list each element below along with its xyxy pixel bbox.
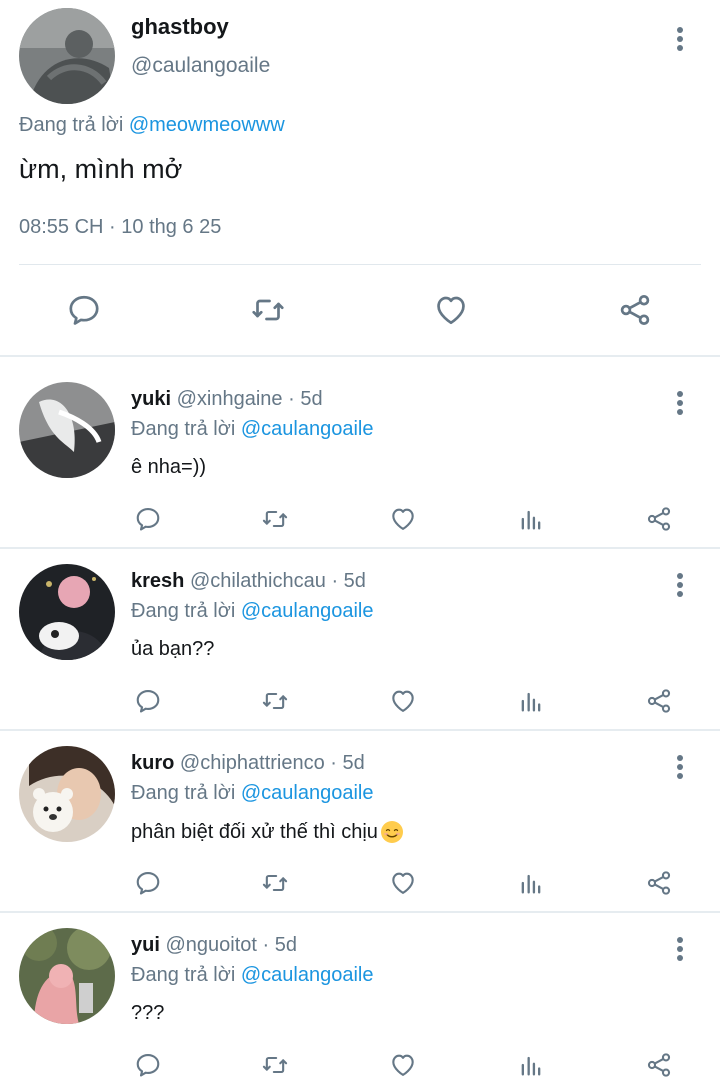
tweet-text-content: phân biệt đối xử thế thì chịu bbox=[131, 820, 378, 843]
username[interactable]: @nguoitot bbox=[165, 934, 256, 956]
replying-to-label: Đang trả lời bbox=[131, 964, 236, 986]
more-options-icon[interactable] bbox=[668, 570, 692, 600]
share-icon[interactable] bbox=[643, 503, 675, 535]
display-name[interactable]: yuki bbox=[131, 388, 171, 410]
reply-header: yui @nguoitot · 5d bbox=[131, 934, 297, 957]
replying-to: Đang trả lời @caulangoaile bbox=[131, 418, 373, 441]
replying-to-link[interactable]: @caulangoaile bbox=[241, 418, 374, 440]
tweet-text: ủa bạn?? bbox=[131, 638, 214, 661]
retweet-icon[interactable] bbox=[259, 685, 291, 717]
retweet-icon[interactable] bbox=[259, 1049, 291, 1081]
reply-icon[interactable] bbox=[132, 503, 164, 535]
reply-tweet[interactable]: yuki @xinhgaine · 5d Đang trả lời @caula… bbox=[0, 366, 720, 548]
replying-to: Đang trả lời @caulangoaile bbox=[131, 964, 373, 987]
username[interactable]: @xinhgaine bbox=[177, 388, 283, 410]
replying-to: Đang trả lời @meowmeowww bbox=[19, 114, 285, 137]
display-name[interactable]: kresh bbox=[131, 570, 184, 592]
username[interactable]: @caulangoaile bbox=[131, 54, 270, 78]
display-name[interactable]: kuro bbox=[131, 752, 174, 774]
separator-dot: · bbox=[331, 570, 339, 592]
replying-to-link[interactable]: @caulangoaile bbox=[241, 964, 374, 986]
tweet-text: ê nha=)) bbox=[131, 456, 206, 479]
display-name[interactable]: ghastboy bbox=[131, 14, 229, 40]
tweet-text-content: ủa bạn?? bbox=[131, 638, 215, 660]
avatar[interactable] bbox=[19, 746, 115, 842]
retweet-icon[interactable] bbox=[248, 290, 288, 330]
like-icon[interactable] bbox=[387, 685, 419, 717]
relative-time[interactable]: 5d bbox=[344, 570, 366, 592]
replying-to-label: Đang trả lời bbox=[131, 600, 236, 622]
reply-icon[interactable] bbox=[132, 685, 164, 717]
reply-icon[interactable] bbox=[64, 290, 104, 330]
retweet-icon[interactable] bbox=[259, 867, 291, 899]
username[interactable]: @chiphattrienco bbox=[180, 752, 325, 774]
analytics-icon[interactable] bbox=[515, 503, 547, 535]
more-options-icon[interactable] bbox=[668, 752, 692, 782]
relative-time[interactable]: 5d bbox=[343, 752, 365, 774]
replying-to-label: Đang trả lời bbox=[131, 782, 236, 804]
share-icon[interactable] bbox=[643, 1049, 675, 1081]
separator-dot: · bbox=[262, 934, 270, 956]
replying-to-label: Đang trả lời bbox=[19, 114, 124, 136]
replying-to: Đang trả lời @caulangoaile bbox=[131, 600, 373, 623]
replying-to-link[interactable]: @caulangoaile bbox=[241, 600, 374, 622]
divider bbox=[0, 355, 720, 357]
reply-header: yuki @xinhgaine · 5d bbox=[131, 388, 323, 411]
reply-icon[interactable] bbox=[132, 1049, 164, 1081]
reply-tweet[interactable]: yui @nguoitot · 5d Đang trả lời @caulang… bbox=[0, 912, 720, 1089]
replying-to-link[interactable]: @caulangoaile bbox=[241, 782, 374, 804]
avatar[interactable] bbox=[19, 8, 115, 104]
avatar[interactable] bbox=[19, 382, 115, 478]
tweet-text: ừm, mình mở bbox=[19, 154, 183, 184]
reply-tweet[interactable]: kresh @chilathichcau · 5d Đang trả lời @… bbox=[0, 548, 720, 730]
replying-to: Đang trả lời @caulangoaile bbox=[131, 782, 373, 805]
tweet-text: phân biệt đối xử thế thì chịu bbox=[131, 820, 404, 844]
replying-to-link[interactable]: @meowmeowww bbox=[129, 114, 285, 136]
avatar[interactable] bbox=[19, 564, 115, 660]
separator-dot: · bbox=[330, 752, 337, 774]
analytics-icon[interactable] bbox=[515, 685, 547, 717]
more-options-icon[interactable] bbox=[668, 24, 692, 54]
display-name[interactable]: yui bbox=[131, 934, 160, 956]
relative-time[interactable]: 5d bbox=[300, 388, 322, 410]
separator-dot: · bbox=[288, 388, 295, 410]
reply-header: kresh @chilathichcau · 5d bbox=[131, 570, 366, 593]
smiling-face-emoji-icon bbox=[380, 820, 404, 844]
like-icon[interactable] bbox=[387, 503, 419, 535]
like-icon[interactable] bbox=[431, 290, 471, 330]
tweet-text-content: ??? bbox=[131, 1002, 165, 1024]
reply-tweet[interactable]: kuro @chiphattrienco · 5d Đang trả lời @… bbox=[0, 730, 720, 912]
like-icon[interactable] bbox=[387, 1049, 419, 1081]
tweet-text: ??? bbox=[131, 1002, 164, 1025]
more-options-icon[interactable] bbox=[668, 934, 692, 964]
like-icon[interactable] bbox=[387, 867, 419, 899]
relative-time[interactable]: 5d bbox=[275, 934, 297, 956]
tweet-timestamp[interactable]: 08:55 CH · 10 thg 6 25 bbox=[19, 216, 221, 239]
avatar[interactable] bbox=[19, 928, 115, 1024]
reply-header: kuro @chiphattrienco · 5d bbox=[131, 752, 365, 775]
tweet-text-content: ê nha=)) bbox=[131, 456, 207, 478]
reply-icon[interactable] bbox=[132, 867, 164, 899]
main-tweet: ghastboy @caulangoaile Đang trả lời @meo… bbox=[0, 0, 720, 356]
analytics-icon[interactable] bbox=[515, 867, 547, 899]
replying-to-label: Đang trả lời bbox=[131, 418, 236, 440]
divider bbox=[19, 264, 701, 265]
analytics-icon[interactable] bbox=[515, 1049, 547, 1081]
more-options-icon[interactable] bbox=[668, 388, 692, 418]
share-icon[interactable] bbox=[643, 867, 675, 899]
retweet-icon[interactable] bbox=[259, 503, 291, 535]
share-icon[interactable] bbox=[643, 685, 675, 717]
username[interactable]: @chilathichcau bbox=[190, 570, 326, 592]
share-icon[interactable] bbox=[615, 290, 655, 330]
